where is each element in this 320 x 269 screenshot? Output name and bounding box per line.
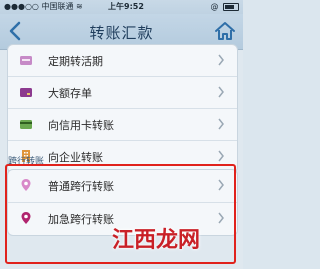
status-time: 上午9:52 bbox=[108, 2, 144, 11]
list-item[interactable]: 普通跨行转账 bbox=[8, 170, 237, 203]
list-item-label: 向信用卡转账 bbox=[48, 119, 114, 132]
chevron-right-icon bbox=[218, 86, 224, 98]
home-icon bbox=[215, 22, 235, 40]
list-item-label: 向企业转账 bbox=[48, 151, 103, 164]
urgent-pin-icon bbox=[21, 212, 31, 224]
status-right: @ bbox=[210, 0, 239, 14]
chevron-right-icon bbox=[218, 118, 224, 130]
savings-icon bbox=[20, 56, 32, 65]
battery-icon bbox=[223, 2, 239, 11]
home-button[interactable] bbox=[214, 21, 236, 41]
watermark: 江西龙网 bbox=[112, 227, 201, 253]
status-right-text: @ bbox=[210, 2, 219, 11]
chevron-right-icon bbox=[218, 150, 224, 162]
status-left: ●●●○○ 中国联通 ≋ bbox=[4, 0, 83, 14]
carrier-label: 中国联通 bbox=[41, 2, 74, 11]
page-title: 转账汇款 bbox=[89, 24, 154, 42]
section-title-interbank: 跨行转账 bbox=[8, 157, 45, 167]
chevron-right-icon bbox=[218, 54, 224, 66]
chevron-right-icon bbox=[218, 179, 224, 191]
location-pin-icon bbox=[21, 179, 31, 191]
wifi-icon: ≋ bbox=[76, 2, 83, 11]
list-item[interactable]: 大额存单 bbox=[8, 77, 237, 109]
list-item-label: 普通跨行转账 bbox=[48, 180, 114, 193]
list-item[interactable]: 向信用卡转账 bbox=[8, 109, 237, 141]
list-item-label: 定期转活期 bbox=[48, 55, 103, 68]
list-item-label: 大额存单 bbox=[48, 87, 92, 100]
list-item[interactable]: 定期转活期 bbox=[8, 45, 237, 77]
app-screen: ●●●○○ 中国联通 ≋ 上午9:52 @ 转账汇款 定期转活期 大额存单 向信… bbox=[0, 0, 243, 269]
deposit-certificate-icon bbox=[20, 88, 32, 97]
credit-card-icon bbox=[20, 120, 32, 129]
list-item-label: 加急跨行转账 bbox=[48, 213, 114, 226]
signal-icon: ●●●○○ bbox=[4, 2, 39, 11]
status-bar: ●●●○○ 中国联通 ≋ 上午9:52 @ bbox=[0, 0, 243, 14]
